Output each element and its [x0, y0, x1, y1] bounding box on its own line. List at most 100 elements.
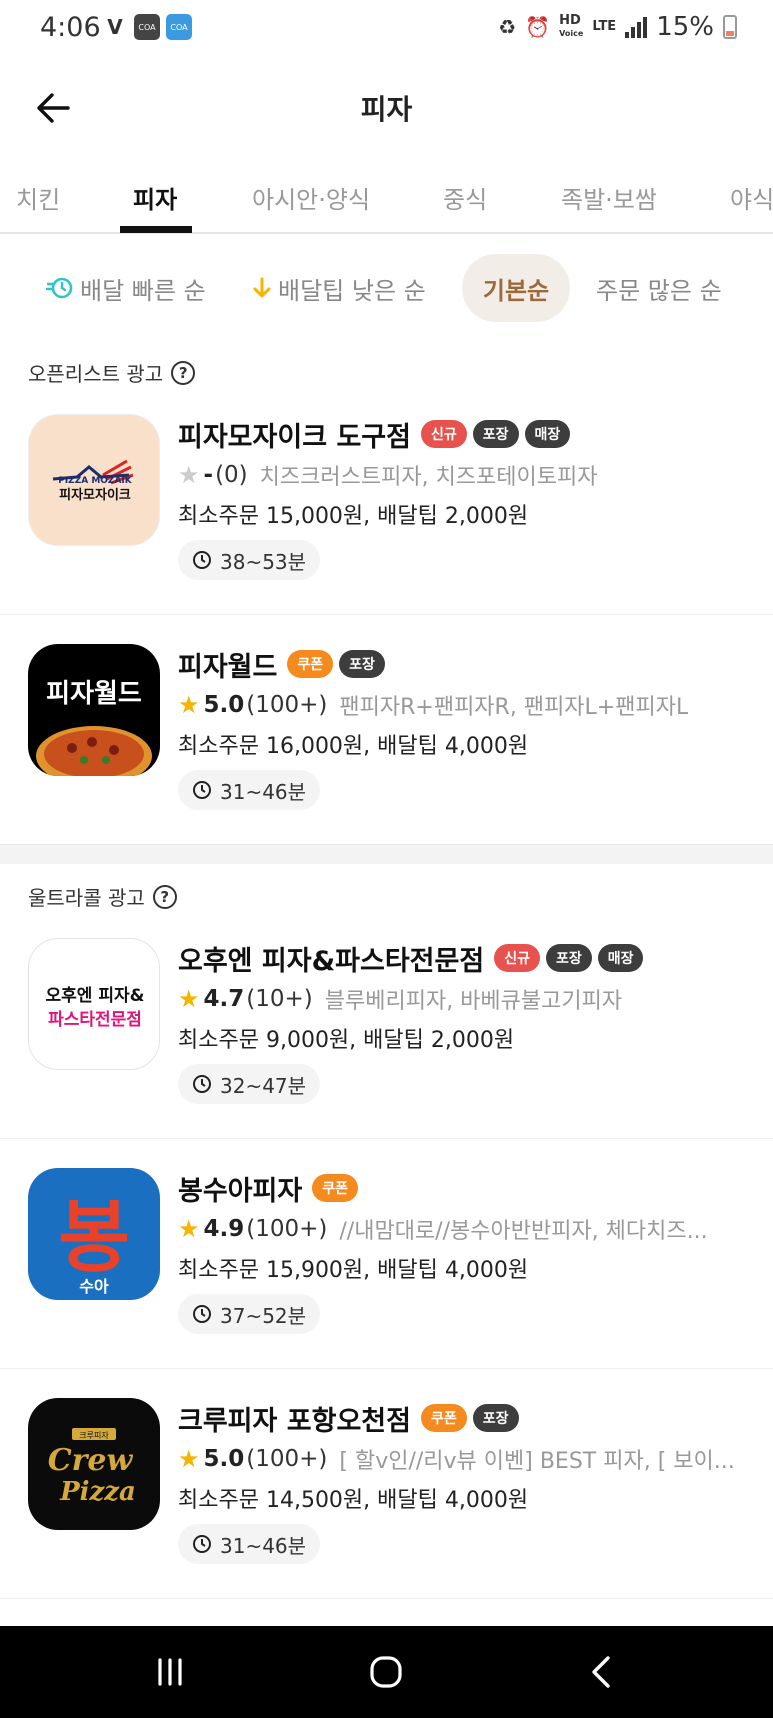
delivery-time: 38~53분	[178, 540, 321, 580]
coupon-badge: 쿠폰	[420, 1404, 467, 1432]
minimum-order: 최소주문 14,500원, 배달팁 4,000원	[178, 1488, 529, 1513]
dine-in-badge: 매장	[524, 420, 571, 448]
store-card[interactable]: PIZZA MOZAIK 피자모자이크 피자모자이크 도구점 신규 포장 매장 …	[0, 396, 773, 624]
coupon-badge: 쿠폰	[287, 650, 334, 678]
store-card[interactable]: 크루피자 Crew Pizza 크루피자 포항오천점 쿠폰 포장 ★ 5.0 (…	[0, 1380, 773, 1608]
svg-text:봉: 봉	[58, 1193, 130, 1283]
takeout-badge: 포장	[472, 1404, 519, 1432]
star-icon: ★	[178, 461, 200, 489]
signal-icon	[625, 16, 648, 38]
svg-text:Crew: Crew	[48, 1443, 134, 1478]
star-icon: ★	[178, 691, 200, 719]
sort-fast-delivery[interactable]: 배달 빠른 순	[24, 254, 228, 322]
sort-low-tip-label: 배달팁 낮은 순	[278, 276, 426, 305]
store-card[interactable]: 피자월드 피자월드 쿠폰 포장 ★ 5.0 (100+) 팬피자R+팬피자R, …	[0, 626, 773, 854]
svg-text:오후엔 피자&: 오후엔 피자&	[46, 985, 145, 1006]
menu-preview: 치즈크러스트피자, 치즈포테이토피자	[259, 465, 598, 490]
sort-default[interactable]: 기본순	[462, 254, 570, 322]
delivery-time: 32~47분	[178, 1064, 321, 1104]
system-navigation-bar	[0, 1626, 773, 1718]
svg-text:Pizza: Pizza	[59, 1477, 136, 1507]
store-name: 피자월드	[178, 651, 278, 683]
tab-asian-western[interactable]: 아시안·양식	[252, 180, 370, 215]
help-icon[interactable]: ?	[152, 884, 177, 909]
store-logo: 피자월드	[28, 644, 160, 776]
top-app-bar: 피자	[0, 56, 773, 160]
svg-text:PIZZA MOZAIK: PIZZA MOZAIK	[58, 476, 133, 486]
home-icon[interactable]	[366, 1652, 406, 1692]
tab-late-night[interactable]: 야식	[730, 180, 773, 215]
tab-chicken[interactable]: 치킨	[16, 180, 60, 215]
new-badge: 신규	[420, 420, 467, 448]
svg-text:피자월드: 피자월드	[46, 679, 142, 709]
page-title: 피자	[360, 93, 413, 126]
menu-preview: [ 할v인//리v뷰 이벤] BEST 피자, [ 보이...	[339, 1449, 735, 1474]
delivery-time: 31~46분	[178, 1524, 321, 1564]
coa-blue-app-icon: COA	[166, 14, 192, 40]
store-card[interactable]: 봉 수아 봉수아피자 쿠폰 ★ 4.9 (100+) //내맘대로//봉수아반반…	[0, 1150, 773, 1378]
battery-percent: 15%	[656, 12, 714, 42]
store-logo: PIZZA MOZAIK 피자모자이크	[28, 414, 160, 546]
active-tab-indicator	[120, 226, 192, 233]
rating-value: 4.7	[203, 986, 245, 1012]
tab-jokbal-bossam[interactable]: 족발·보쌈	[561, 180, 657, 215]
status-bar: 4:06 V COA COA ♻ ⏰ HD Voice LTE 15%	[0, 0, 773, 56]
star-icon: ★	[178, 1445, 200, 1473]
sort-options: 배달 빠른 순 배달팁 낮은 순 기본순 주문 많은 순	[0, 234, 773, 338]
category-tabs: 치킨 피자 아시안·양식 중식 족발·보쌈 야식	[0, 160, 773, 234]
tab-pizza[interactable]: 피자	[133, 180, 177, 215]
clock-icon	[193, 551, 211, 569]
new-badge: 신규	[494, 944, 540, 972]
section-divider	[0, 844, 773, 864]
takeout-badge: 포장	[472, 420, 519, 448]
menu-preview: //내맘대로//봉수아반반피자, 체다치즈...	[339, 1219, 708, 1244]
store-name: 오후엔 피자&파스타전문점	[178, 945, 485, 977]
back-nav-icon[interactable]	[582, 1652, 622, 1692]
sort-most-orders[interactable]: 주문 많은 순	[574, 254, 744, 322]
recycle-icon: ♻	[498, 15, 517, 39]
takeout-badge: 포장	[545, 944, 592, 972]
store-card[interactable]: 오후엔 피자& 파스타전문점 오후엔 피자&파스타전문점 신규 포장 매장 ★ …	[0, 920, 773, 1148]
rating-value: 5.0	[203, 1446, 245, 1472]
tab-chinese[interactable]: 중식	[443, 180, 487, 215]
volte-icon: V	[107, 15, 123, 39]
status-time: 4:06	[40, 12, 101, 43]
minimum-order: 최소주문 15,900원, 배달팁 4,000원	[178, 1258, 529, 1283]
ultra-call-ad-label: 울트라콜 광고 ?	[28, 882, 177, 911]
menu-preview: 팬피자R+팬피자R, 팬피자L+팬피자L	[339, 695, 689, 720]
clock-icon	[193, 781, 211, 799]
recent-apps-icon[interactable]	[150, 1652, 190, 1692]
hd-voice-icon: HD Voice	[559, 12, 584, 38]
clock-icon	[193, 1535, 211, 1553]
review-count: (100+)	[246, 1446, 328, 1472]
svg-text:수아: 수아	[79, 1277, 109, 1296]
clock-icon	[193, 1305, 211, 1323]
delivery-time: 37~52분	[178, 1294, 321, 1334]
sort-low-tip[interactable]: 배달팁 낮은 순	[230, 254, 448, 322]
star-icon: ★	[178, 985, 200, 1013]
clock-icon	[193, 1075, 211, 1093]
minimum-order: 최소주문 16,000원, 배달팁 4,000원	[178, 734, 529, 759]
svg-text:크루피자: 크루피자	[79, 1431, 109, 1440]
svg-text:파스타전문점: 파스타전문점	[48, 1010, 142, 1030]
divider	[0, 614, 773, 615]
crew-pizza-logo: 크루피자 Crew Pizza	[48, 1428, 136, 1507]
help-icon[interactable]: ?	[171, 360, 196, 385]
minimum-order: 최소주문 15,000원, 배달팁 2,000원	[178, 504, 529, 529]
review-count: (100+)	[246, 692, 328, 718]
store-name: 봉수아피자	[178, 1175, 303, 1207]
coupon-badge: 쿠폰	[312, 1174, 358, 1202]
star-icon: ★	[178, 1215, 200, 1243]
store-logo: 오후엔 피자& 파스타전문점	[28, 938, 160, 1070]
alarm-icon: ⏰	[525, 15, 551, 39]
rating-value: 4.9	[203, 1216, 245, 1242]
divider	[0, 1598, 773, 1599]
arrow-down-icon	[253, 277, 271, 298]
store-logo: 봉 수아	[28, 1168, 160, 1300]
menu-preview: 블루베리피자, 바베큐불고기피자	[324, 989, 623, 1014]
rating-value: -	[203, 462, 214, 488]
takeout-badge: 포장	[339, 650, 385, 678]
store-name: 피자모자이크 도구점	[178, 421, 411, 453]
review-count: (10+)	[246, 986, 313, 1012]
ohuen-pizza-logo: 오후엔 피자& 파스타전문점	[46, 985, 145, 1030]
